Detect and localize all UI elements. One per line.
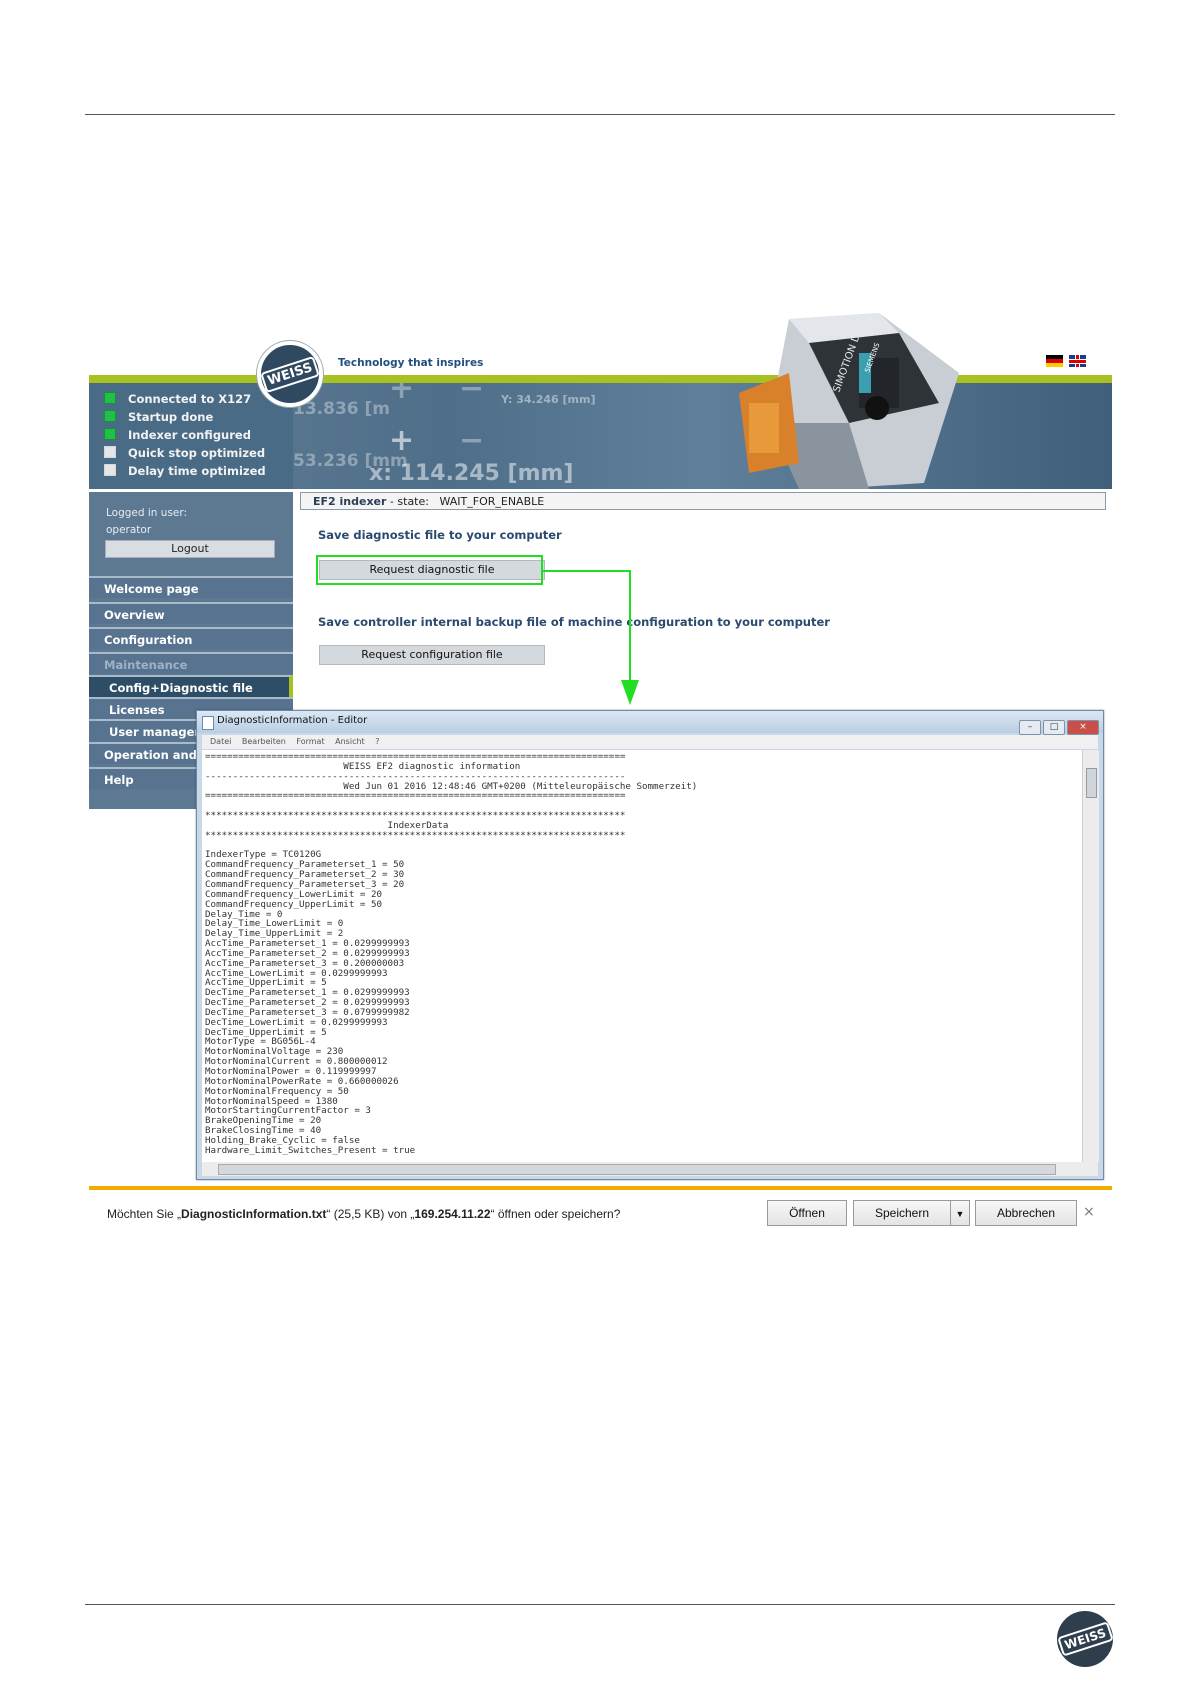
arrow-connector — [543, 570, 639, 705]
save-options-dropdown[interactable]: ▼ — [950, 1200, 970, 1226]
notepad-icon — [202, 716, 214, 730]
highlight-box — [316, 555, 543, 585]
minus-icon: − — [459, 423, 485, 458]
maximize-icon[interactable]: □ — [1043, 720, 1065, 735]
save-button[interactable]: Speichern — [853, 1200, 951, 1226]
indexer-state-bar: EF2 indexer - state: WAIT_FOR_ENABLE — [300, 492, 1106, 510]
close-icon[interactable]: × — [1083, 1204, 1095, 1220]
tagline: Technology that inspires — [338, 357, 484, 369]
checkbox-icon — [104, 428, 116, 440]
vertical-scrollbar[interactable] — [1082, 750, 1099, 1162]
diagnostic-section-heading: Save diagnostic file to your computer — [318, 528, 562, 542]
notepad-titlebar[interactable]: DiagnosticInformation - Editor – □ × — [197, 711, 1103, 735]
status-delay-time: Delay time optimized — [104, 464, 266, 480]
checkbox-icon — [104, 392, 116, 404]
app-header: Y: 34.246 [mm] 13.836 [m 53.236 [mm x: 1… — [89, 313, 1112, 489]
nav-welcome-page[interactable]: Welcome page — [89, 576, 293, 598]
bottom-rule — [85, 1604, 1115, 1605]
banner-readout: Y: 34.246 [mm] — [501, 393, 596, 406]
checkbox-icon — [104, 464, 116, 476]
menu-ansicht[interactable]: Ansicht — [335, 737, 365, 746]
horizontal-scrollbar[interactable] — [202, 1162, 1098, 1176]
nav-maintenance[interactable]: Maintenance — [89, 652, 293, 674]
download-bar: Möchten Sie „DiagnosticInformation.txt“ … — [89, 1186, 1112, 1240]
menu-bearbeiten[interactable]: Bearbeiten — [242, 737, 286, 746]
top-rule — [85, 114, 1115, 115]
checkbox-icon — [104, 446, 116, 458]
checkbox-icon — [104, 410, 116, 422]
nav-overview[interactable]: Overview — [89, 602, 293, 624]
request-configuration-file-button[interactable]: Request configuration file — [319, 645, 545, 665]
nav-configuration[interactable]: Configuration — [89, 627, 293, 649]
state-value: WAIT_FOR_ENABLE — [439, 495, 545, 508]
login-panel: Logged in user: operator Logout — [89, 492, 293, 572]
window-controls: – □ × — [1017, 714, 1099, 735]
status-indexer-configured: Indexer configured — [104, 428, 251, 444]
scroll-thumb[interactable] — [1086, 768, 1097, 798]
notepad-menubar: Datei Bearbeiten Format Ansicht ? — [202, 735, 1098, 749]
plus-icon: + — [389, 383, 415, 406]
state-label: - state: — [386, 495, 429, 508]
logged-in-label: Logged in user: — [106, 507, 188, 519]
nav-config-diagnostic-file[interactable]: Config+Diagnostic file — [89, 675, 293, 697]
minus-icon: − — [459, 383, 485, 406]
banner-readout: 13.836 [m — [293, 399, 391, 419]
status-connected: Connected to X127 — [104, 392, 251, 408]
notepad-title: DiagnosticInformation - Editor — [217, 715, 368, 726]
menu-datei[interactable]: Datei — [210, 737, 231, 746]
controller-device-image: SIMOTION D SIEMENS — [739, 313, 959, 489]
banner-readout: x: 114.245 [mm] — [369, 461, 574, 486]
chevron-down-icon: ▼ — [955, 1209, 965, 1219]
status-quick-stop: Quick stop optimized — [104, 446, 265, 462]
cancel-button[interactable]: Abbrechen — [975, 1200, 1077, 1226]
notepad-window: DiagnosticInformation - Editor – □ × Datei… — [196, 710, 1104, 1180]
status-startup: Startup done — [104, 410, 213, 426]
minimize-icon[interactable]: – — [1019, 720, 1041, 735]
menu-format[interactable]: Format — [296, 737, 324, 746]
logout-button[interactable]: Logout — [105, 540, 275, 558]
username: operator — [106, 524, 152, 536]
diagnostic-text: ========================================… — [205, 751, 698, 1156]
plus-icon: + — [389, 423, 415, 458]
scroll-thumb[interactable] — [218, 1164, 1056, 1175]
footer-weiss-logo: WEISS — [1056, 1611, 1114, 1667]
close-icon[interactable]: × — [1067, 720, 1099, 735]
open-button[interactable]: Öffnen — [767, 1200, 847, 1226]
download-host: 169.254.11.22 — [414, 1207, 491, 1221]
indexer-label: EF2 indexer — [313, 495, 387, 508]
weiss-logo: WEISS — [257, 341, 323, 407]
download-filename: DiagnosticInformation.txt — [181, 1207, 327, 1221]
menu-help[interactable]: ? — [375, 737, 379, 746]
german-flag-icon[interactable] — [1046, 355, 1063, 367]
download-message: Möchten Sie „DiagnosticInformation.txt“ … — [107, 1207, 621, 1221]
notepad-text-area[interactable]: ========================================… — [202, 750, 1082, 1162]
english-flag-icon[interactable] — [1069, 355, 1086, 367]
